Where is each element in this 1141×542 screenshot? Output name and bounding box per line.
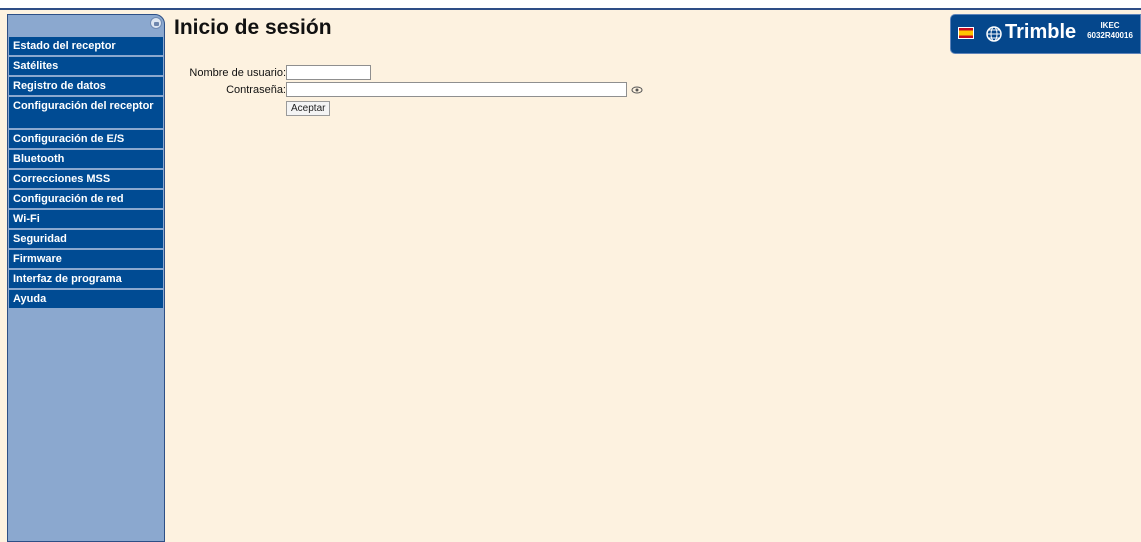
device-info: IKEC 6032R40016 <box>1084 21 1136 41</box>
sidebar-item-receiver-status[interactable]: Estado del receptor <box>9 37 163 55</box>
username-row: Nombre de usuario: <box>179 64 643 81</box>
sidebar-item-label[interactable]: Configuración de red <box>9 190 163 208</box>
sidebar-item-label[interactable]: Correcciones MSS <box>9 170 163 188</box>
sidebar-item-network-config[interactable]: Configuración de red <box>9 190 163 208</box>
sidebar-item-label[interactable]: Wi-Fi <box>9 210 163 228</box>
sidebar-item-security[interactable]: Seguridad <box>9 230 163 248</box>
sidebar-item-mss-corrections[interactable]: Correcciones MSS <box>9 170 163 188</box>
username-label: Nombre de usuario: <box>189 66 286 79</box>
device-serial: 6032R40016 <box>1087 31 1133 40</box>
sidebar-item-label[interactable]: Satélites <box>9 57 163 75</box>
lock-icon[interactable] <box>150 17 162 29</box>
username-input[interactable] <box>286 65 371 80</box>
trimble-globe-icon <box>986 26 1002 42</box>
sidebar-item-program-interface[interactable]: Interfaz de programa <box>9 270 163 288</box>
sidebar-item-receiver-config[interactable]: Configuración del receptor <box>9 97 163 128</box>
password-row: Contraseña: <box>179 81 643 98</box>
device-name: IKEC <box>1100 21 1120 30</box>
brand-logo: Trimble IKEC 6032R40016 <box>950 14 1141 54</box>
sidebar-item-label[interactable]: Configuración de E/S <box>9 130 163 148</box>
sidebar: Estado del receptor Satélites Registro d… <box>7 14 165 542</box>
sidebar-item-label[interactable]: Seguridad <box>9 230 163 248</box>
login-form: Nombre de usuario: Contraseña: Aceptar <box>179 64 643 116</box>
password-label: Contraseña: <box>226 83 286 96</box>
top-border <box>0 0 1141 10</box>
spanish-flag-icon[interactable] <box>958 27 974 39</box>
sidebar-item-firmware[interactable]: Firmware <box>9 250 163 268</box>
sidebar-item-label[interactable]: Estado del receptor <box>9 37 163 55</box>
sidebar-item-wifi[interactable]: Wi-Fi <box>9 210 163 228</box>
password-input[interactable] <box>286 82 627 97</box>
sidebar-item-label[interactable]: Bluetooth <box>9 150 163 168</box>
page-title: Inicio de sesión <box>174 16 332 39</box>
accept-button[interactable]: Aceptar <box>286 101 331 116</box>
login-page: Estado del receptor Satélites Registro d… <box>0 0 1141 542</box>
eye-icon[interactable] <box>631 86 643 94</box>
sidebar-nav: Estado del receptor Satélites Registro d… <box>9 37 163 310</box>
sidebar-item-bluetooth[interactable]: Bluetooth <box>9 150 163 168</box>
sidebar-item-satellites[interactable]: Satélites <box>9 57 163 75</box>
brand-name: Trimble <box>1005 21 1077 43</box>
sidebar-item-data-logging[interactable]: Registro de datos <box>9 77 163 95</box>
sidebar-item-help[interactable]: Ayuda <box>9 290 163 308</box>
sidebar-item-label[interactable]: Registro de datos <box>9 77 163 95</box>
sidebar-item-label[interactable]: Configuración del receptor <box>9 97 163 128</box>
sidebar-item-io-config[interactable]: Configuración de E/S <box>9 130 163 148</box>
sidebar-item-label[interactable]: Firmware <box>9 250 163 268</box>
sidebar-item-label[interactable]: Interfaz de programa <box>9 270 163 288</box>
sidebar-item-label[interactable]: Ayuda <box>9 290 163 308</box>
